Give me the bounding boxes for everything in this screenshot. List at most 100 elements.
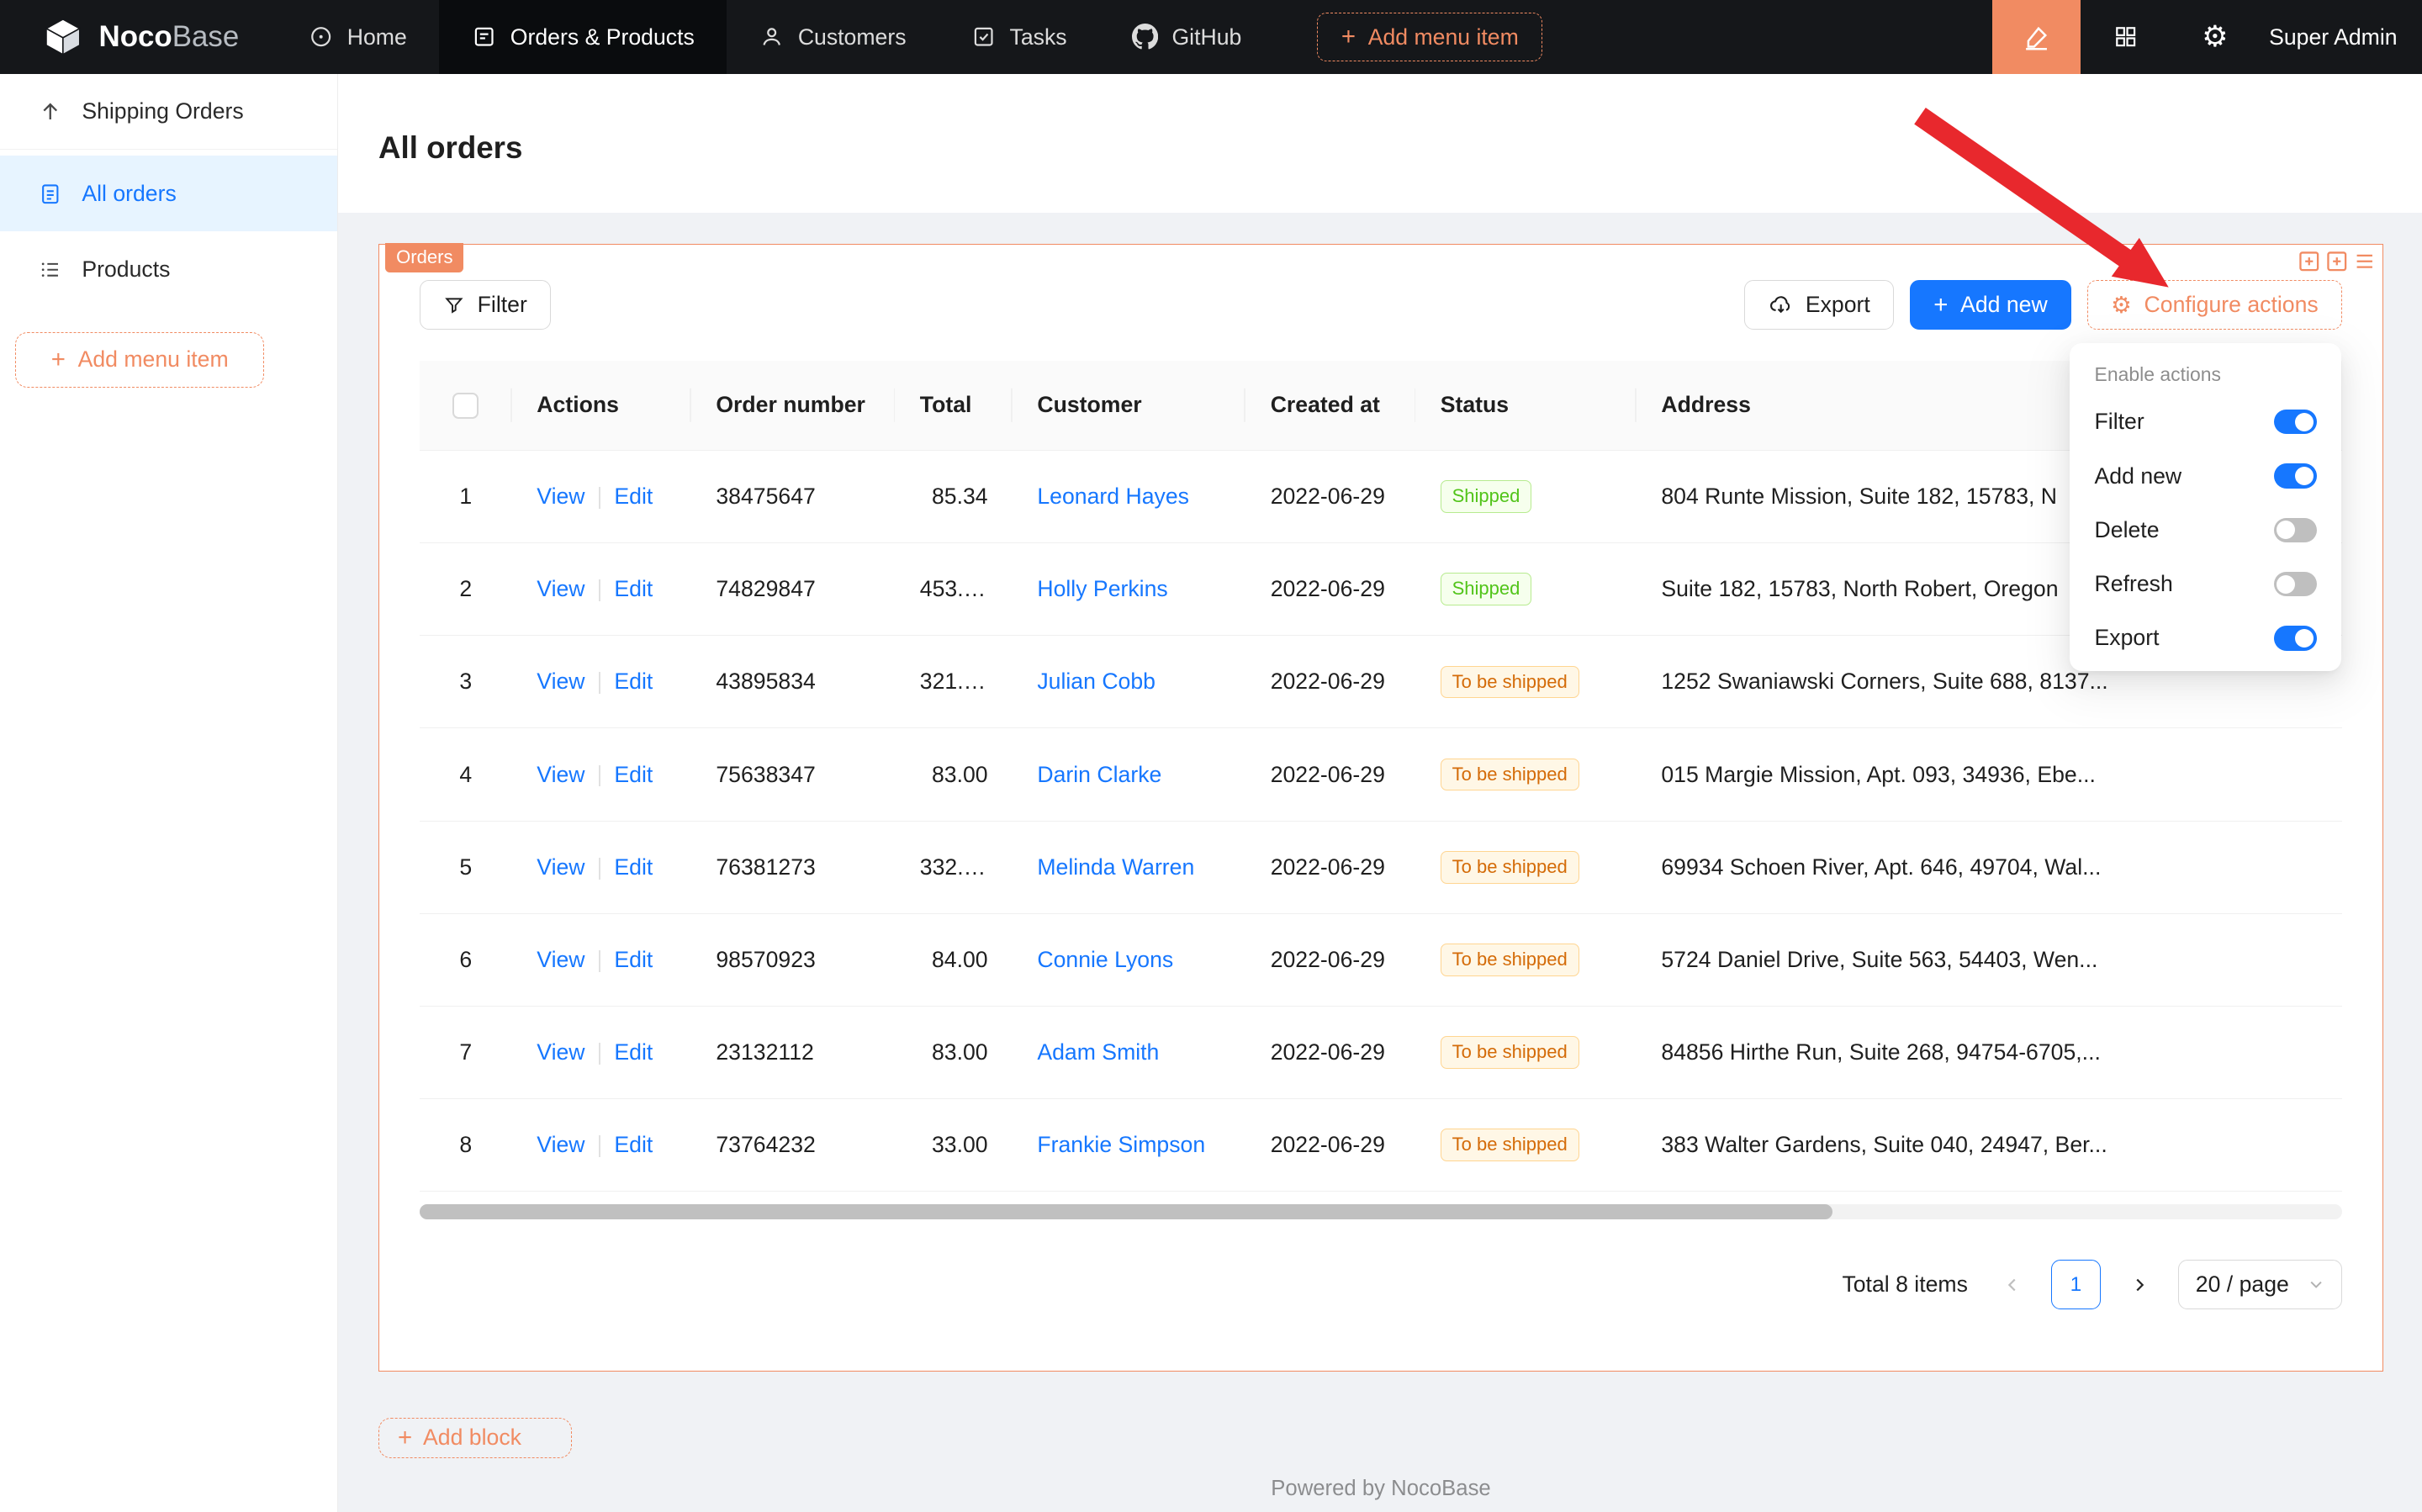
grid-icon [2113,24,2138,49]
export-toggle[interactable] [2274,626,2317,650]
sidebar-item-products[interactable]: Products [0,231,337,307]
column-header-created-at: Created at [1245,361,1415,451]
ui-editor-button[interactable] [1992,0,2081,74]
table-row: 2 ViewEdit 74829847 453.00 Holly Perkins… [420,543,2343,636]
view-link[interactable]: View [537,1039,584,1065]
refresh-toggle[interactable] [2274,572,2317,596]
prev-page-button[interactable] [1988,1260,2038,1309]
nocobase-app: NocoBase Home Orders & Products [0,0,2422,1512]
scrollbar-thumb[interactable] [420,1204,1833,1219]
created-at-cell: 2022-06-29 [1245,913,1415,1006]
status-cell: To be shipped [1415,913,1637,1006]
dropdown-item-delete[interactable]: Delete [2076,503,2336,557]
nav-item-orders-products[interactable]: Orders & Products [439,0,727,74]
sidebar-item-shipping-orders[interactable]: Shipping Orders [0,74,337,150]
block-tag[interactable]: Orders [385,243,463,272]
view-link[interactable]: View [537,947,584,972]
configure-actions-button[interactable]: ⚙ Configure actions [2087,280,2343,330]
chevron-right-icon [2130,1276,2149,1294]
edit-link[interactable]: Edit [614,762,653,787]
order-number-cell: 74829847 [691,543,895,636]
customer-link[interactable]: Connie Lyons [1037,947,1173,972]
add-new-toggle[interactable] [2274,463,2317,488]
horizontal-scrollbar [420,1204,2343,1219]
address-cell: 015 Margie Mission, Apt. 093, 34936, Ebe… [1637,728,2342,821]
edit-link[interactable]: Edit [614,669,653,694]
page-size-select[interactable]: 20 / page [2178,1260,2343,1309]
nav-item-home[interactable]: Home [276,0,439,74]
edit-link[interactable]: Edit [614,947,653,972]
customer-link[interactable]: Adam Smith [1037,1039,1159,1065]
edit-link[interactable]: Edit [614,484,653,509]
dropdown-item-add-new[interactable]: Add new [2076,449,2336,503]
action-divider [599,765,600,787]
edit-link[interactable]: Edit [614,1039,653,1065]
plus-square-icon[interactable] [2298,250,2321,273]
edit-link[interactable]: Edit [614,854,653,880]
select-all-checkbox[interactable] [452,393,479,419]
action-divider [599,672,600,694]
view-link[interactable]: View [537,669,584,694]
filter-toggle[interactable] [2274,410,2317,434]
customer-link[interactable]: Leonard Hayes [1037,484,1189,509]
edit-link[interactable]: Edit [614,1132,653,1157]
view-link[interactable]: View [537,484,584,509]
sidebar-add-menu-item-button[interactable]: + Add menu item [15,332,264,388]
nav-item-customers[interactable]: Customers [727,0,939,74]
page-title: All orders [378,130,522,166]
customer-cell: Adam Smith [1013,1007,1245,1099]
table-row: 6 ViewEdit 98570923 84.00 Connie Lyons 2… [420,913,2343,1006]
row-index: 2 [420,543,512,636]
page-1-button[interactable]: 1 [2051,1260,2101,1309]
view-link[interactable]: View [537,1132,584,1157]
nav-item-github[interactable]: GitHub [1099,0,1274,74]
filter-button[interactable]: Filter [420,280,552,330]
action-divider [599,487,600,509]
view-link[interactable]: View [537,762,584,787]
customer-link[interactable]: Julian Cobb [1037,669,1155,694]
chevron-down-icon [2308,1276,2324,1293]
dropdown-item-filter[interactable]: Filter [2076,395,2336,449]
customer-link[interactable]: Frankie Simpson [1037,1132,1205,1157]
nocobase-logo[interactable]: NocoBase [0,0,276,74]
topnav-right: ⚙ Super Admin [1992,0,2422,74]
column-header-total: Total [895,361,1013,451]
customer-link[interactable]: Darin Clarke [1037,762,1161,787]
customer-link[interactable]: Melinda Warren [1037,854,1194,880]
row-actions: View Edit [512,636,691,728]
total-cell: 332.00 [895,821,1013,913]
order-number-cell: 23132112 [691,1007,895,1099]
sidebar-item-all-orders[interactable]: All orders [0,156,337,231]
delete-toggle[interactable] [2274,518,2317,542]
table-row: 4 ViewEdit 75638347 83.00 Darin Clarke 2… [420,728,2343,821]
status-cell: To be shipped [1415,821,1637,913]
edit-link[interactable]: Edit [614,576,653,601]
toolbar-right: Export + Add new ⚙ Configure actions [1744,280,2342,330]
add-new-button[interactable]: + Add new [1910,280,2072,330]
next-page-button[interactable] [2114,1260,2164,1309]
order-number-cell: 75638347 [691,728,895,821]
menu-icon[interactable] [2353,250,2377,273]
plus-square-icon[interactable] [2325,250,2349,273]
add-block-button[interactable]: + Add block [378,1418,572,1458]
customer-cell: Connie Lyons [1013,913,1245,1006]
brand-text: NocoBase [99,20,240,54]
total-cell: 84.00 [895,913,1013,1006]
row-index: 8 [420,1099,512,1192]
customer-link[interactable]: Holly Perkins [1037,576,1167,601]
action-divider [599,1043,600,1065]
settings-button[interactable]: ⚙ [2171,0,2261,74]
plugin-manager-button[interactable] [2081,0,2171,74]
page-header: All orders [338,74,2422,213]
dropdown-item-refresh[interactable]: Refresh [2076,557,2336,611]
export-button[interactable]: Export [1744,280,1894,330]
view-link[interactable]: View [537,576,584,601]
view-link[interactable]: View [537,854,584,880]
nav-item-tasks[interactable]: Tasks [939,0,1099,74]
row-index: 3 [420,636,512,728]
add-menu-item-button[interactable]: + Add menu item [1317,13,1542,62]
row-actions: View Edit [512,728,691,821]
dropdown-item-export[interactable]: Export [2076,611,2336,665]
user-menu[interactable]: Super Admin [2260,24,2422,50]
table-row: 1 ViewEdit 38475647 85.34 Leonard Hayes … [420,450,2343,542]
